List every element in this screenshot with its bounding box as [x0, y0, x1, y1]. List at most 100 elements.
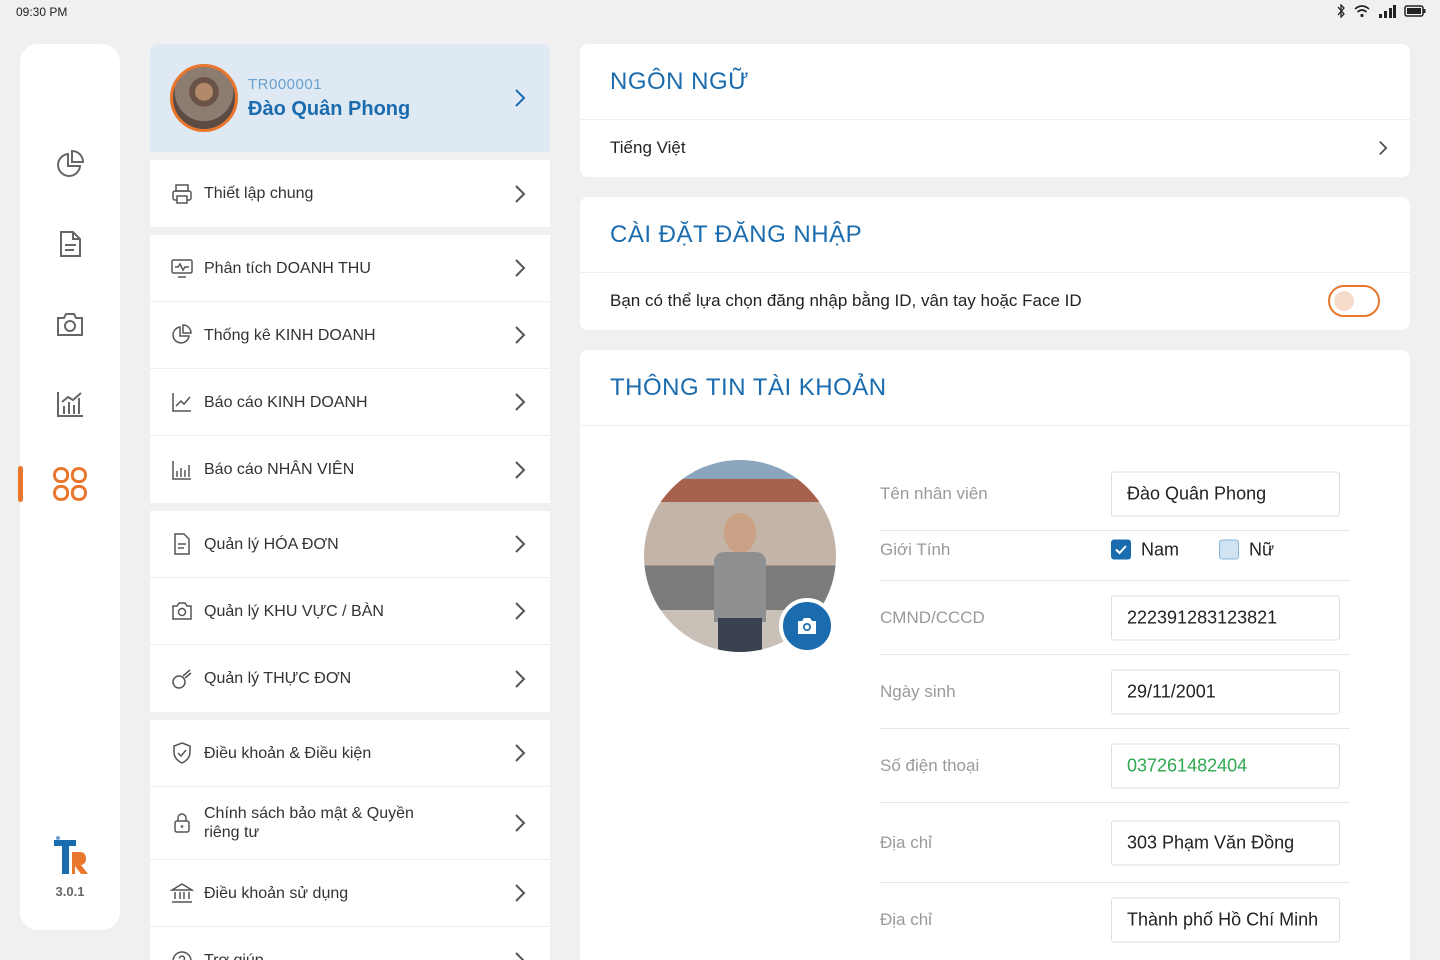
app-logo: 3.0.1: [20, 834, 120, 899]
bank-icon: [170, 883, 194, 903]
chevron-right-icon: [515, 535, 526, 553]
menu-item-general-settings[interactable]: Thiết lập chung: [150, 160, 550, 227]
status-bar: 09:30 PM: [0, 0, 1440, 24]
wifi-icon: [1354, 4, 1370, 21]
pie-chart-icon: [172, 324, 192, 344]
chevron-right-icon: [515, 744, 526, 762]
menu-item-terms-conditions[interactable]: Điều khoản & Điều kiện: [150, 720, 550, 787]
gender-options: Nam Nữ: [1111, 539, 1274, 560]
menu-item-terms-of-use[interactable]: Điều khoản sử dụng: [150, 860, 550, 927]
city-input[interactable]: Thành phố Hồ Chí Minh: [1111, 897, 1340, 943]
language-value: Tiếng Việt: [610, 138, 686, 157]
camera-icon: [798, 618, 816, 634]
language-selector[interactable]: Tiếng Việt: [580, 120, 1410, 176]
field-phone: Số điện thoại 037261482404: [880, 729, 1350, 803]
menu-item-privacy-policy[interactable]: Chính sách bảo mật & Quyền riêng tư: [150, 787, 550, 860]
menu-item-label: Quản lý HÓA ĐƠN: [204, 535, 339, 553]
rail-item-invoices[interactable]: [20, 214, 120, 274]
gender-female-label: Nữ: [1249, 539, 1275, 559]
menu-item-help[interactable]: Trợ giúp: [150, 927, 550, 960]
menu-item-label: Thiết lập chung: [204, 185, 314, 202]
rail-item-settings[interactable]: [18, 454, 120, 514]
bar-chart-icon: [57, 392, 83, 417]
rail-item-dashboard[interactable]: [20, 134, 120, 194]
signal-icon: [1378, 4, 1396, 21]
chevron-right-icon: [515, 602, 526, 620]
menu-item-label: Điều khoản sử dụng: [204, 884, 349, 902]
menu-group-management: Quản lý HÓA ĐƠN Quản lý KHU VỰC / BÀN Qu…: [150, 511, 550, 712]
avatar: [170, 64, 238, 132]
field-city: Địa chỉ Thành phố Hồ Chí Minh: [880, 883, 1350, 957]
field-label: Số điện thoại: [880, 755, 980, 775]
phone-input[interactable]: 037261482404: [1111, 743, 1340, 788]
field-date-of-birth: Ngày sinh 29/11/2001: [880, 655, 1350, 729]
rail-item-areas[interactable]: [20, 294, 120, 354]
menu-item-staff-report[interactable]: Báo cáo NHÂN VIÊN: [150, 436, 550, 503]
trend-chart-icon: [172, 393, 191, 412]
address-input[interactable]: 303 Phạm Văn Đồng: [1111, 820, 1340, 865]
biometric-toggle[interactable]: [1328, 285, 1380, 317]
profile-name: Đào Quân Phong: [248, 98, 411, 120]
account-info-title: THÔNG TIN TÀI KHOẢN: [580, 350, 1410, 426]
menu-group-analytics: Phân tích DOANH THU Thống kê KINH DOANH …: [150, 235, 550, 503]
chevron-right-icon: [515, 814, 526, 832]
menu-item-invoices[interactable]: Quản lý HÓA ĐƠN: [150, 511, 550, 578]
camera-icon: [172, 602, 192, 620]
field-label: Địa chỉ: [880, 832, 932, 852]
menu-item-business-stats[interactable]: Thống kê KINH DOANH: [150, 302, 550, 369]
language-card: NGÔN NGỮ Tiếng Việt: [580, 44, 1410, 177]
profile-card[interactable]: TR000001 Đào Quân Phong: [150, 44, 550, 152]
menu-item-label: Quản lý KHU VỰC / BÀN: [204, 602, 384, 620]
menu-item-label: Thống kê KINH DOANH: [204, 326, 376, 344]
printer-icon: [172, 183, 192, 204]
photo-figure: [714, 552, 766, 622]
profile-code: TR000001: [248, 76, 323, 93]
biometric-description: Bạn có thể lựa chọn đăng nhập bằng ID, v…: [610, 291, 1082, 310]
bar-chart-icon: [172, 460, 191, 480]
menu-item-label: Phân tích DOANH THU: [204, 259, 371, 277]
rail-item-reports[interactable]: [20, 374, 120, 434]
field-gender: Giới Tính Nam Nữ: [880, 519, 1350, 581]
pie-chart-icon: [57, 149, 85, 177]
gender-male-label: Nam: [1141, 539, 1180, 559]
gender-male-option[interactable]: Nam: [1111, 539, 1179, 560]
chevron-right-icon: [515, 951, 525, 960]
chevron-right-icon: [515, 326, 526, 344]
menu-item-menu-management[interactable]: Quản lý THỰC ĐƠN: [150, 645, 550, 712]
change-photo-button[interactable]: [779, 598, 835, 654]
date-of-birth-input[interactable]: 29/11/2001: [1111, 669, 1340, 714]
monitor-pulse-icon: [171, 259, 193, 278]
logo-icon: [54, 836, 88, 874]
field-label: Giới Tính: [880, 539, 951, 559]
menu-item-business-report[interactable]: Báo cáo KINH DOANH: [150, 369, 550, 436]
menu-item-label: Quản lý THỰC ĐƠN: [204, 670, 352, 687]
menu-group-legal: Điều khoản & Điều kiện Chính sách bảo mậ…: [150, 720, 550, 960]
help-icon: [172, 950, 192, 960]
field-address: Địa chỉ 303 Phạm Văn Đồng: [880, 803, 1350, 883]
status-time: 09:30 PM: [16, 5, 68, 19]
battery-icon: [1404, 4, 1426, 21]
login-settings-card: CÀI ĐẶT ĐĂNG NHẬP Bạn có thể lựa chọn đă…: [580, 197, 1410, 330]
menu-item-areas-tables[interactable]: Quản lý KHU VỰC / BÀN: [150, 578, 550, 645]
chevron-right-icon: [1379, 141, 1388, 155]
chevron-right-icon: [515, 393, 526, 411]
settings-menu: TR000001 Đào Quân Phong Thiết lập chung …: [150, 44, 550, 960]
bluetooth-icon: [1336, 3, 1346, 21]
chevron-right-icon: [515, 89, 526, 107]
field-label: CMND/CCCD: [880, 607, 985, 627]
menu-item-label: Chính sách bảo mật & Quyền riêng tư: [204, 805, 414, 841]
camera-icon: [57, 313, 83, 336]
field-label: Địa chỉ: [880, 910, 932, 929]
gender-female-option[interactable]: Nữ: [1219, 539, 1274, 560]
chevron-right-icon: [515, 460, 526, 479]
chevron-right-icon: [515, 259, 526, 277]
menu-item-revenue-analysis[interactable]: Phân tích DOANH THU: [150, 235, 550, 302]
chevron-right-icon: [515, 184, 526, 203]
field-id-number: CMND/CCCD 222391283123821: [880, 581, 1350, 655]
menu-item-label: Điều khoản & Điều kiện: [204, 744, 372, 762]
employee-name-input[interactable]: Đào Quân Phong: [1111, 471, 1340, 516]
checkbox-unchecked-icon: [1219, 539, 1240, 560]
shield-check-icon: [173, 742, 191, 764]
field-label: Tên nhân viên: [880, 483, 988, 503]
id-number-input[interactable]: 222391283123821: [1111, 595, 1340, 640]
